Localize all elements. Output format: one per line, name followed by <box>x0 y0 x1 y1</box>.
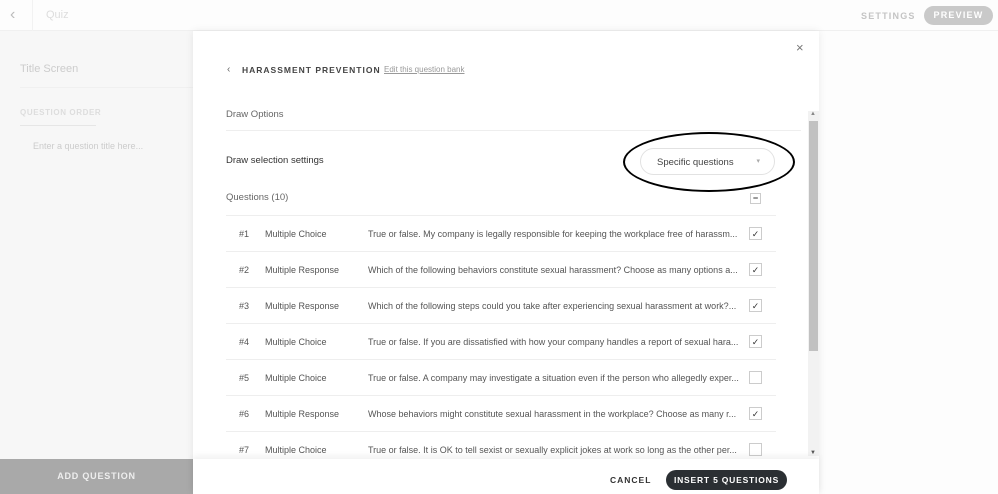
scrollbar[interactable]: ▲ ▼ <box>808 111 819 456</box>
scroll-down-icon[interactable]: ▼ <box>810 450 816 456</box>
scroll-up-icon[interactable]: ▲ <box>810 111 816 117</box>
question-type: Multiple Choice <box>265 229 327 239</box>
question-checkbox[interactable]: ✓ <box>749 227 762 240</box>
draw-selection-label: Draw selection settings <box>226 155 324 166</box>
question-order-tab[interactable]: QUESTION ORDER <box>20 108 101 117</box>
question-number: #5 <box>239 373 250 383</box>
divider <box>20 87 193 88</box>
insert-questions-button[interactable]: INSERT 5 QUESTIONS <box>666 470 787 490</box>
question-row[interactable]: #5 Multiple Choice True or false. A comp… <box>226 359 776 395</box>
question-row[interactable]: #6 Multiple Response Whose behaviors mig… <box>226 395 776 431</box>
chevron-left-icon[interactable]: ‹ <box>227 64 230 75</box>
question-text: Which of the following steps could you t… <box>368 301 737 311</box>
question-type: Multiple Choice <box>265 373 327 383</box>
question-row[interactable]: #7 Multiple Choice True or false. It is … <box>226 431 776 459</box>
question-type: Multiple Response <box>265 301 340 311</box>
question-row[interactable]: #3 Multiple Response Which of the follow… <box>226 287 776 323</box>
left-panel: Title Screen QUESTION ORDER Enter a ques… <box>0 31 193 459</box>
right-panel <box>819 31 998 494</box>
cancel-button[interactable]: CANCEL <box>610 475 651 485</box>
question-text: True or false. If you are dissatisfied w… <box>368 337 739 347</box>
question-checkbox[interactable] <box>749 443 762 456</box>
tab-underline <box>20 125 96 126</box>
question-checkbox[interactable]: ✓ <box>749 407 762 420</box>
quiz-title: Quiz <box>46 9 69 21</box>
question-number: #7 <box>239 445 250 455</box>
question-checkbox[interactable]: ✓ <box>749 299 762 312</box>
question-number: #1 <box>239 229 250 239</box>
top-bar: ‹ Quiz SETTINGS PREVIEW <box>0 0 998 31</box>
question-number: #3 <box>239 301 250 311</box>
question-number: #6 <box>239 409 250 419</box>
question-bank-modal: × ‹ HARASSMENT PREVENTION Edit this ques… <box>193 31 819 494</box>
question-number: #4 <box>239 337 250 347</box>
question-type: Multiple Choice <box>265 337 327 347</box>
divider <box>226 130 801 131</box>
question-checkbox[interactable]: ✓ <box>749 263 762 276</box>
questions-header: Questions (10) <box>226 192 289 203</box>
question-type: Multiple Response <box>265 265 340 275</box>
question-text: True or false. My company is legally res… <box>368 229 738 239</box>
question-number: #2 <box>239 265 250 275</box>
question-row[interactable]: #2 Multiple Response Which of the follow… <box>226 251 776 287</box>
title-screen-item[interactable]: Title Screen <box>20 63 78 75</box>
edit-bank-link[interactable]: Edit this question bank <box>384 65 465 74</box>
preview-button[interactable]: PREVIEW <box>924 6 993 25</box>
divider <box>32 0 33 31</box>
back-icon[interactable]: ‹ <box>10 6 32 24</box>
question-checkbox[interactable]: ✓ <box>749 335 762 348</box>
modal-footer: CANCEL INSERT 5 QUESTIONS <box>193 459 819 494</box>
question-text: True or false. It is OK to tell sexist o… <box>368 445 737 455</box>
question-text: Whose behaviors might constitute sexual … <box>368 409 737 419</box>
annotation-ellipse <box>623 132 795 192</box>
draw-options-heading: Draw Options <box>226 109 284 120</box>
bank-title: HARASSMENT PREVENTION <box>242 65 381 75</box>
question-row[interactable]: #1 Multiple Choice True or false. My com… <box>226 215 776 251</box>
question-text: Which of the following behaviors constit… <box>368 265 738 275</box>
questions-list: #1 Multiple Choice True or false. My com… <box>226 215 776 459</box>
question-type: Multiple Choice <box>265 445 327 455</box>
question-type: Multiple Response <box>265 409 340 419</box>
question-row[interactable]: #4 Multiple Choice True or false. If you… <box>226 323 776 359</box>
question-checkbox[interactable] <box>749 371 762 384</box>
question-text: True or false. A company may investigate… <box>368 373 739 383</box>
question-title-input[interactable]: Enter a question title here... <box>33 141 143 151</box>
close-icon[interactable]: × <box>796 40 804 55</box>
add-question-button[interactable]: ADD QUESTION <box>0 459 193 494</box>
deselect-all-checkbox[interactable]: − <box>750 193 761 204</box>
scrollbar-thumb[interactable] <box>809 121 818 351</box>
settings-button[interactable]: SETTINGS <box>861 11 916 21</box>
